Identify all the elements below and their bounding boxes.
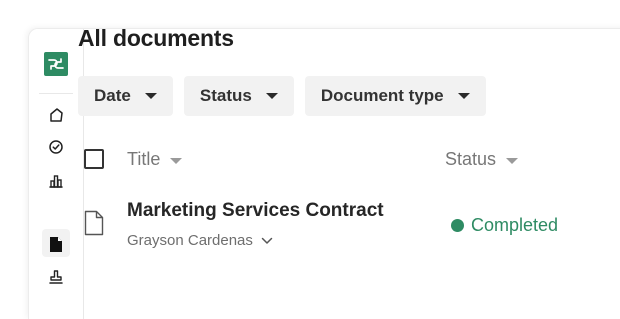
sort-caret-icon [506, 157, 519, 164]
chevron-down-icon [261, 237, 273, 244]
status-label: Completed [471, 215, 559, 235]
document-icon [50, 236, 62, 252]
file-icon [84, 210, 104, 236]
document-nav-icon-wrap [46, 234, 66, 254]
column-label: Status [445, 149, 497, 169]
filter-bar: Date Status Document type [78, 76, 486, 116]
table-header: Title Status [84, 148, 604, 172]
sidebar-item-home[interactable] [46, 105, 66, 125]
sidebar-divider [39, 93, 73, 94]
document-owner[interactable]: Grayson Cardenas [127, 232, 273, 249]
status-dot [451, 219, 464, 232]
sidebar [29, 29, 84, 319]
caret-down-icon [457, 93, 470, 99]
title-column-header[interactable]: Title [127, 149, 183, 170]
sidebar-item-stamp[interactable] [46, 268, 66, 288]
owner-name: Grayson Cardenas [127, 232, 253, 249]
stamp-icon [49, 270, 63, 284]
home-icon [50, 108, 63, 122]
status-badge: Completed [451, 215, 558, 236]
document-type-filter-button[interactable]: Document type [304, 76, 486, 116]
select-all-checkbox[interactable] [84, 149, 104, 169]
sort-caret-icon [170, 157, 183, 164]
table-row[interactable]: Marketing Services Contract Grayson Card… [84, 196, 604, 256]
caret-down-icon [144, 93, 157, 99]
column-label: Title [127, 149, 161, 169]
filter-label: Date [94, 86, 131, 105]
status-filter-button[interactable]: Status [183, 76, 294, 116]
logo-icon [48, 58, 64, 70]
bar-chart-icon [49, 175, 63, 188]
page-title: All documents [78, 25, 234, 51]
caret-down-icon [265, 93, 278, 99]
sidebar-item-reports[interactable] [46, 171, 66, 191]
filter-label: Status [199, 86, 252, 105]
check-circle-icon [49, 140, 63, 154]
status-column-header[interactable]: Status [445, 149, 519, 170]
document-title[interactable]: Marketing Services Contract [127, 200, 384, 222]
sidebar-item-tasks[interactable] [46, 137, 66, 157]
date-filter-button[interactable]: Date [78, 76, 173, 116]
app-window [28, 28, 620, 319]
filter-label: Document type [320, 86, 444, 105]
pandadoc-logo[interactable] [44, 52, 68, 76]
